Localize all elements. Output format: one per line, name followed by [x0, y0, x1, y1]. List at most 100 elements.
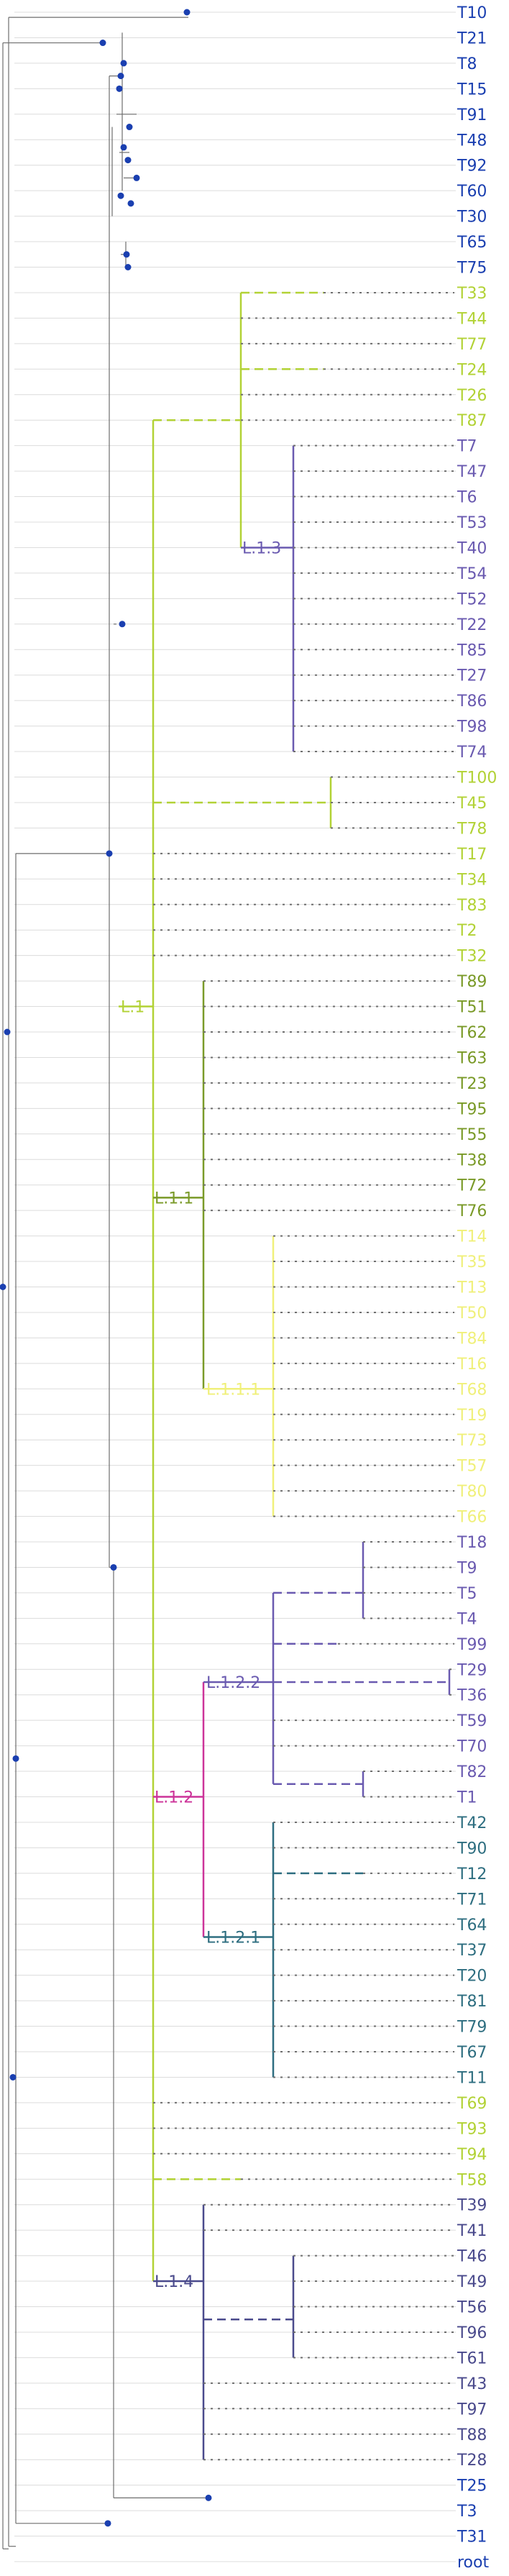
- tip-label-T56: T56: [457, 2299, 487, 2317]
- tip-label-T95: T95: [457, 1100, 487, 1118]
- tip-label-T52: T52: [457, 590, 487, 608]
- tip-label-T37: T37: [457, 1942, 487, 1960]
- node-dot: [104, 2520, 111, 2527]
- tip-label-T24: T24: [457, 361, 487, 379]
- tip-label-T77: T77: [457, 336, 487, 354]
- tip-label-T55: T55: [457, 1126, 487, 1144]
- tip-label-T26: T26: [457, 387, 487, 405]
- clade-label-L1_3: L.1.3: [242, 539, 281, 557]
- tip-label-T2: T2: [457, 922, 477, 940]
- tip-label-T48: T48: [457, 132, 487, 150]
- tip-label-T40: T40: [457, 539, 487, 557]
- node-dot: [124, 264, 132, 270]
- tip-label-T59: T59: [457, 1712, 487, 1730]
- tip-label-T62: T62: [457, 1024, 487, 1042]
- tip-label-T8: T8: [457, 55, 477, 73]
- clade-label-L1_4: L.1.4: [155, 2273, 193, 2291]
- tip-label-T11: T11: [457, 2069, 487, 2087]
- tip-label-T15: T15: [457, 81, 487, 99]
- tip-label-T88: T88: [457, 2426, 487, 2444]
- node-dot: [9, 2073, 17, 2081]
- tip-label-T32: T32: [457, 948, 487, 966]
- tip-label-T87: T87: [457, 412, 487, 430]
- node-dot: [106, 850, 113, 857]
- tip-label-T36: T36: [457, 1687, 487, 1705]
- tip-label-T76: T76: [457, 1202, 487, 1220]
- tip-label-T53: T53: [457, 514, 487, 532]
- tip-label-T17: T17: [457, 846, 487, 864]
- tip-label-T70: T70: [457, 1738, 487, 1756]
- tip-label-T23: T23: [457, 1075, 487, 1093]
- tip-label-T83: T83: [457, 897, 487, 915]
- tip-label-T12: T12: [457, 1865, 487, 1883]
- tip-label-T39: T39: [457, 2197, 487, 2215]
- tip-label-T71: T71: [457, 1891, 487, 1909]
- node-dot: [110, 1563, 117, 1571]
- tip-label-T64: T64: [457, 1917, 487, 1935]
- node-dot: [119, 621, 126, 628]
- tip-label-T89: T89: [457, 973, 487, 991]
- tip-label-T42: T42: [457, 1814, 487, 1832]
- tip-label-T16: T16: [457, 1356, 487, 1374]
- tip-label-T75: T75: [457, 260, 487, 278]
- tip-label-root: root: [457, 2554, 489, 2572]
- node-dot: [133, 174, 140, 181]
- tip-label-T41: T41: [457, 2222, 487, 2240]
- tip-label-T66: T66: [457, 1509, 487, 1527]
- tip-label-T29: T29: [457, 1661, 487, 1679]
- tip-label-T38: T38: [457, 1151, 487, 1169]
- tip-label-T14: T14: [457, 1228, 487, 1246]
- node-dot: [123, 251, 130, 258]
- tip-label-T33: T33: [457, 285, 487, 303]
- tip-label-T9: T9: [457, 1559, 477, 1577]
- node-dot: [117, 192, 124, 199]
- tip-label-T86: T86: [457, 693, 487, 711]
- node-dot: [99, 40, 106, 47]
- tip-label-T80: T80: [457, 1483, 487, 1501]
- tip-label-T74: T74: [457, 744, 487, 762]
- clade-label-L1_2_1: L.1.2.1: [206, 1929, 260, 1947]
- tip-label-T22: T22: [457, 616, 487, 634]
- tip-label-T51: T51: [457, 999, 487, 1017]
- tip-label-T43: T43: [457, 2375, 487, 2393]
- tip-label-T10: T10: [457, 4, 487, 22]
- tip-label-T98: T98: [457, 718, 487, 736]
- tip-label-T84: T84: [457, 1330, 487, 1348]
- node-dot: [126, 124, 133, 131]
- tip-label-T100: T100: [457, 769, 497, 787]
- tip-label-T72: T72: [457, 1177, 487, 1195]
- node-dot: [127, 200, 134, 207]
- tip-label-T63: T63: [457, 1049, 487, 1067]
- tip-label-T27: T27: [457, 667, 487, 685]
- tip-label-T81: T81: [457, 1993, 487, 2011]
- tip-label-T68: T68: [457, 1381, 487, 1399]
- clade-label-L1_2: L.1.2: [155, 1789, 193, 1807]
- tip-label-T91: T91: [457, 106, 487, 124]
- tip-label-T35: T35: [457, 1253, 487, 1271]
- tip-label-T61: T61: [457, 2349, 487, 2367]
- tip-label-T46: T46: [457, 2248, 487, 2266]
- tip-label-T18: T18: [457, 1534, 487, 1552]
- tip-label-T58: T58: [457, 2171, 487, 2189]
- tip-label-T30: T30: [457, 209, 487, 227]
- node-dot: [205, 2494, 212, 2501]
- tip-label-T34: T34: [457, 871, 487, 889]
- tip-label-T97: T97: [457, 2401, 487, 2419]
- tip-label-T78: T78: [457, 820, 487, 838]
- clade-label-L1_2_2: L.1.2.2: [206, 1674, 260, 1692]
- tip-label-T13: T13: [457, 1279, 487, 1297]
- tip-label-T1: T1: [457, 1789, 477, 1807]
- tip-label-T28: T28: [457, 2452, 487, 2470]
- tip-label-T25: T25: [457, 2477, 487, 2495]
- tip-label-T60: T60: [457, 183, 487, 201]
- tip-label-T19: T19: [457, 1407, 487, 1425]
- phylogenetic-tree: T10 T21 T8 T15 T91 T48 T92 T60 T30 T65 T75 T33 T44 T7…: [0, 4, 497, 2572]
- tip-label-T5: T5: [457, 1585, 477, 1603]
- tip-label-T92: T92: [457, 157, 487, 175]
- tip-label-T93: T93: [457, 2120, 487, 2138]
- tip-label-T79: T79: [457, 2019, 487, 2037]
- tip-label-T69: T69: [457, 2095, 487, 2113]
- tip-label-T85: T85: [457, 641, 487, 659]
- tip-label-T31: T31: [457, 2529, 487, 2547]
- tip-label-T65: T65: [457, 234, 487, 252]
